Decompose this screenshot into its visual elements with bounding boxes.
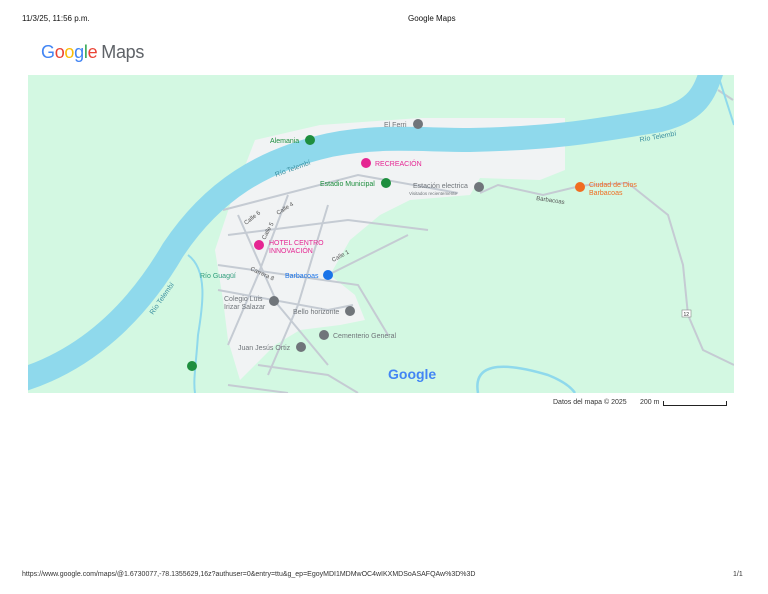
scale-label: 200 m <box>640 399 660 406</box>
google-maps-logo: Google Maps <box>41 42 145 62</box>
svg-text:12: 12 <box>684 312 690 318</box>
svg-text:Alemania: Alemania <box>270 138 299 145</box>
place-label: Colegio Luis Irizar Salazar <box>224 296 266 311</box>
page-number: 1/1 <box>733 571 743 578</box>
google-watermark: Google <box>388 366 436 382</box>
svg-text:Cementerio General: Cementerio General <box>333 333 396 340</box>
route-shield: 12 <box>681 309 692 318</box>
print-url: https://www.google.com/maps/@1.6730077,-… <box>22 571 476 578</box>
svg-text:Juan Jesús Ortiz: Juan Jesús Ortiz <box>238 345 291 352</box>
map-canvas[interactable]: Río Telembí Río Telembí Río Telembí Río … <box>28 75 734 393</box>
map-attribution: Datos del mapa © 2025 <box>553 399 627 406</box>
svg-text:Visitados recientemente: Visitados recientemente <box>409 191 457 196</box>
svg-text:Estación electrica: Estación electrica <box>413 183 468 190</box>
svg-text:Barbacoas: Barbacoas <box>285 273 319 280</box>
scale-bar <box>663 401 727 406</box>
svg-text:Estadio Municipal: Estadio Municipal <box>320 181 375 188</box>
river-label: Río Guagüí <box>200 273 236 280</box>
print-datetime: 11/3/25, 11:56 p.m. <box>22 14 90 23</box>
svg-text:Bello horizonte: Bello horizonte <box>293 309 339 316</box>
svg-text:El Ferri: El Ferri <box>384 122 407 129</box>
print-title: Google Maps <box>408 14 456 23</box>
park-icon <box>187 361 197 371</box>
svg-text:RECREACIÓN: RECREACIÓN <box>375 159 422 168</box>
